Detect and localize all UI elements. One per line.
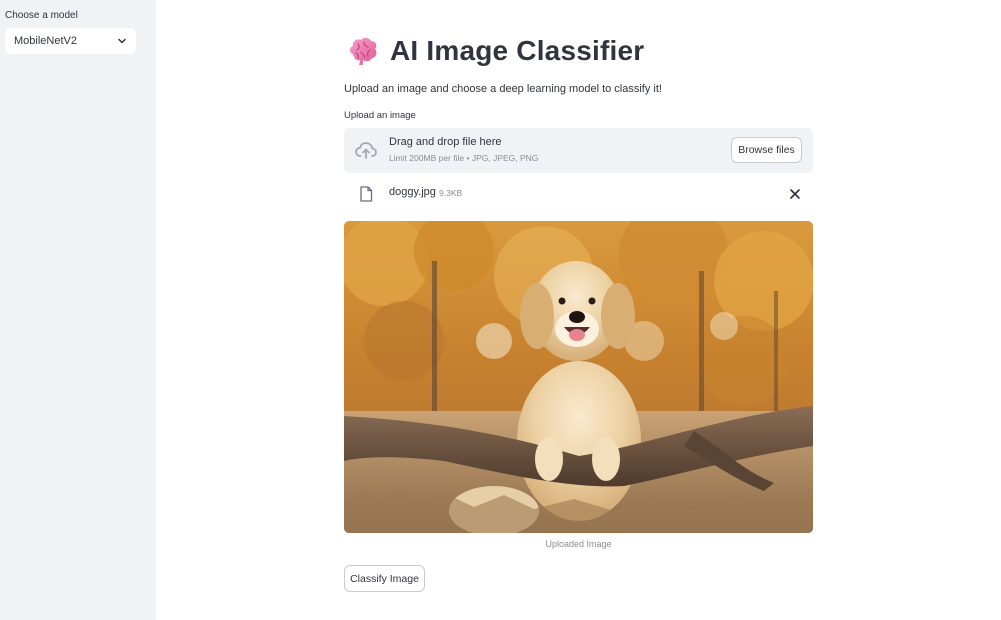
dog-photo — [344, 221, 813, 533]
model-select[interactable]: MobileNetV2 — [5, 28, 136, 54]
cloud-upload-icon — [355, 142, 377, 159]
upload-label: Upload an image — [344, 110, 416, 121]
image-caption: Uploaded Image — [545, 539, 612, 549]
uploaded-file-row: doggy.jpg 9.3KB — [344, 180, 813, 210]
close-icon[interactable] — [789, 188, 801, 200]
app: Choose a model MobileNetV2 AI Image Clas… — [0, 0, 1001, 620]
brain-icon — [350, 37, 377, 65]
sidebar: Choose a model MobileNetV2 — [0, 0, 156, 620]
page-title-text: AI Image Classifier — [390, 35, 645, 66]
file-size: 9.3KB — [439, 188, 463, 198]
model-select-value: MobileNetV2 — [14, 35, 77, 47]
file-icon — [360, 186, 373, 202]
file-dropzone[interactable]: Drag and drop file here Limit 200MB per … — [344, 128, 813, 173]
dropzone-limit: Limit 200MB per file • JPG, JPEG, PNG — [389, 153, 539, 163]
page-subtitle: Upload an image and choose a deep learni… — [344, 83, 662, 95]
classify-image-button[interactable]: Classify Image — [344, 565, 425, 592]
browse-files-button[interactable]: Browse files — [731, 137, 802, 163]
model-select-label: Choose a model — [5, 10, 78, 21]
dropzone-text: Drag and drop file here — [389, 136, 502, 148]
uploaded-image — [344, 221, 813, 533]
page-title: AI Image Classifier — [346, 34, 644, 68]
chevron-down-icon — [117, 36, 127, 46]
file-name: doggy.jpg — [389, 186, 436, 198]
